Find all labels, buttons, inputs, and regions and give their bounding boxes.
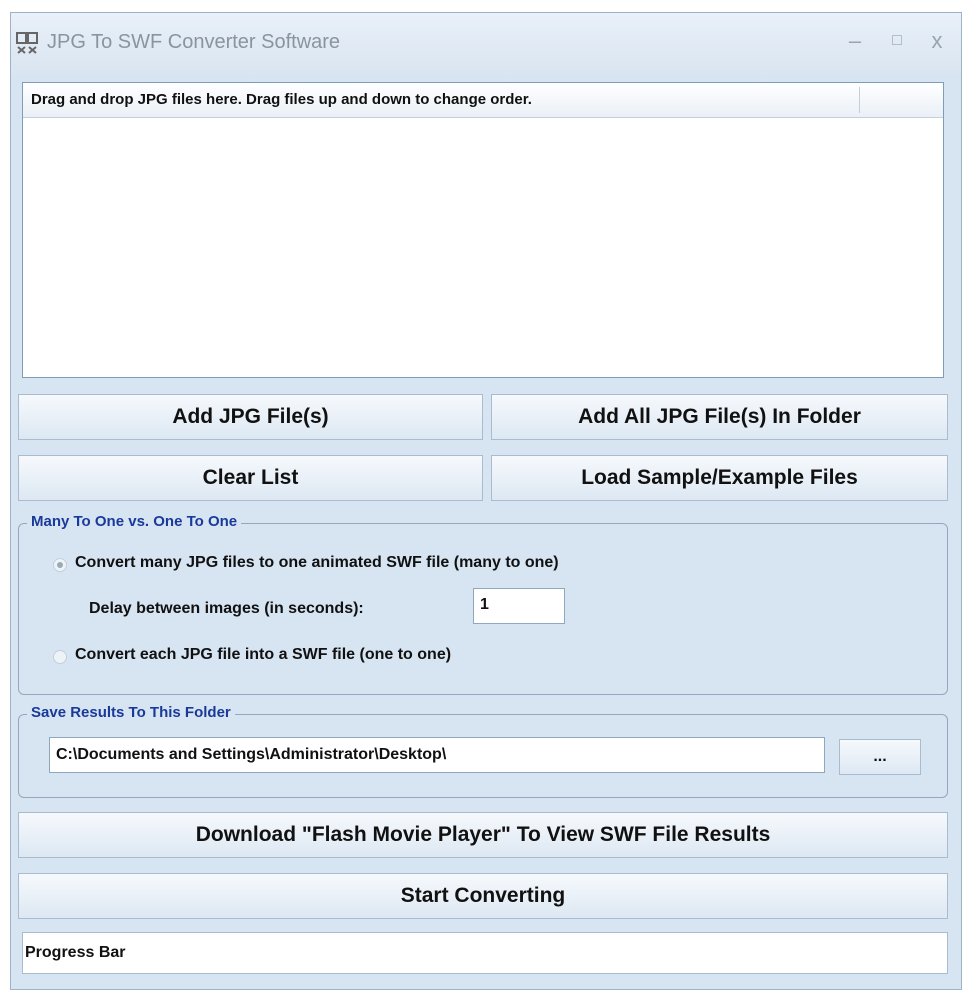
add-jpg-files-button[interactable]: Add JPG File(s) <box>18 394 483 440</box>
conversion-mode-legend: Many To One vs. One To One <box>27 513 242 530</box>
add-folder-button[interactable]: Add All JPG File(s) In Folder <box>491 394 948 440</box>
one-to-one-radio[interactable] <box>53 650 67 664</box>
delay-input[interactable]: 1 <box>473 588 565 624</box>
load-sample-files-button[interactable]: Load Sample/Example Files <box>491 455 948 501</box>
many-to-one-label[interactable]: Convert many JPG files to one animated S… <box>75 554 559 572</box>
progress-bar-label: Progress Bar <box>25 944 126 961</box>
title-bar[interactable]: JPG To SWF Converter Software – □ x <box>11 13 961 75</box>
conversion-mode-group: Many To One vs. One To One Convert many … <box>18 513 948 695</box>
app-icon <box>16 32 38 54</box>
save-folder-legend: Save Results To This Folder <box>27 704 235 721</box>
output-folder-field[interactable]: C:\Documents and Settings\Administrator\… <box>49 737 825 773</box>
many-to-one-radio[interactable] <box>53 558 67 572</box>
close-button[interactable]: x <box>923 27 951 55</box>
minimize-button[interactable]: – <box>841 27 869 55</box>
file-list-header: Drag and drop JPG files here. Drag files… <box>23 83 943 118</box>
progress-bar: Progress Bar <box>22 932 948 974</box>
maximize-button[interactable]: □ <box>883 27 911 55</box>
file-list-header-text: Drag and drop JPG files here. Drag files… <box>31 91 532 108</box>
clear-list-button[interactable]: Clear List <box>18 455 483 501</box>
start-converting-button[interactable]: Start Converting <box>18 873 948 919</box>
delay-label: Delay between images (in seconds): <box>89 600 364 617</box>
column-separator[interactable] <box>859 87 860 113</box>
download-player-button[interactable]: Download "Flash Movie Player" To View SW… <box>18 812 948 858</box>
window-title: JPG To SWF Converter Software <box>47 31 341 53</box>
file-drop-list[interactable]: Drag and drop JPG files here. Drag files… <box>22 82 944 378</box>
save-folder-group: Save Results To This Folder C:\Documents… <box>18 704 948 798</box>
one-to-one-label[interactable]: Convert each JPG file into a SWF file (o… <box>75 646 451 664</box>
browse-folder-button[interactable]: ... <box>839 739 921 775</box>
